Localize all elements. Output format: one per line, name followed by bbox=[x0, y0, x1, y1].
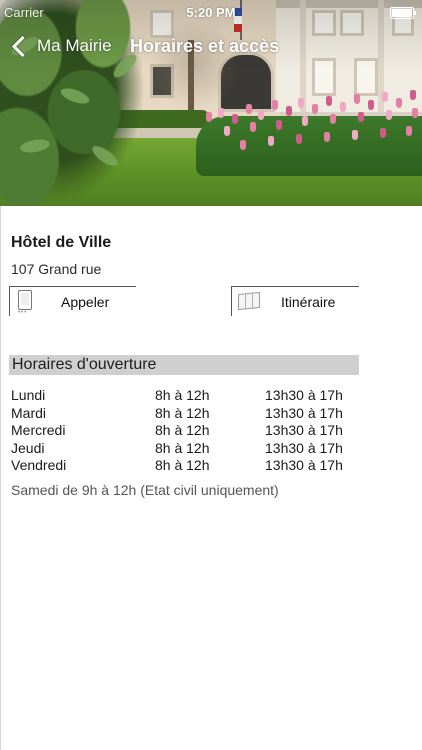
hours-row: Mardi 8h à 12h 13h30 à 17h bbox=[11, 405, 351, 423]
hours-morning: 8h à 12h bbox=[155, 439, 210, 456]
hours-row: Lundi 8h à 12h 13h30 à 17h bbox=[11, 387, 351, 405]
hours-row: Jeudi 8h à 12h 13h30 à 17h bbox=[11, 440, 351, 458]
hours-morning: 8h à 12h bbox=[155, 387, 210, 403]
place-name: Hôtel de Ville bbox=[11, 234, 112, 251]
hours-day: Jeudi bbox=[11, 439, 45, 456]
chevron-left-icon bbox=[11, 35, 34, 57]
map-icon bbox=[238, 291, 260, 311]
call-button[interactable]: ••• Appeler bbox=[9, 286, 136, 316]
back-button[interactable]: Ma Mairie bbox=[10, 32, 112, 60]
page-title: Horaires et accès bbox=[130, 36, 280, 56]
battery-level bbox=[392, 9, 412, 17]
hours-morning: 8h à 12h bbox=[155, 422, 210, 438]
navigation-bar: Ma Mairie Horaires et accès bbox=[0, 26, 422, 66]
opening-hours-table: Lundi 8h à 12h 13h30 à 17h Mardi 8h à 12… bbox=[11, 387, 351, 475]
route-button[interactable]: Itinéraire bbox=[231, 286, 359, 316]
hours-afternoon: 13h30 à 17h bbox=[265, 387, 343, 403]
section-title: Horaires d'ouverture bbox=[12, 356, 157, 373]
hours-day: Mercredi bbox=[11, 422, 66, 438]
hours-afternoon: 13h30 à 17h bbox=[265, 457, 343, 473]
hours-row: Mercredi 8h à 12h 13h30 à 17h bbox=[11, 422, 351, 440]
status-time: 5:20 PM bbox=[186, 5, 236, 20]
place-address: 107 Grand rue bbox=[11, 261, 102, 277]
route-button-label: Itinéraire bbox=[281, 294, 336, 310]
hours-day: Mardi bbox=[11, 404, 47, 421]
hours-day: Lundi bbox=[11, 387, 46, 403]
call-button-label: Appeler bbox=[61, 294, 110, 310]
hours-morning: 8h à 12h bbox=[155, 404, 210, 421]
hours-afternoon: 13h30 à 17h bbox=[265, 404, 343, 421]
hours-afternoon: 13h30 à 17h bbox=[265, 422, 343, 438]
hours-afternoon: 13h30 à 17h bbox=[265, 439, 343, 456]
screen: Carrier 5:20 PM Ma Mairie Horaires et ac… bbox=[0, 0, 422, 750]
opening-hours-header: Horaires d'ouverture bbox=[9, 355, 359, 375]
hours-row: Vendredi 8h à 12h 13h30 à 17h bbox=[11, 457, 351, 475]
back-label: Ma Mairie bbox=[37, 36, 112, 55]
phone-icon bbox=[18, 290, 32, 310]
status-bar: Carrier 5:20 PM bbox=[0, 0, 422, 26]
hours-morning: 8h à 12h bbox=[155, 457, 210, 473]
battery-icon bbox=[390, 7, 416, 19]
hours-day: Vendredi bbox=[11, 457, 67, 473]
saturday-hours-note: Samedi de 9h à 12h (Etat civil uniquemen… bbox=[11, 482, 279, 498]
